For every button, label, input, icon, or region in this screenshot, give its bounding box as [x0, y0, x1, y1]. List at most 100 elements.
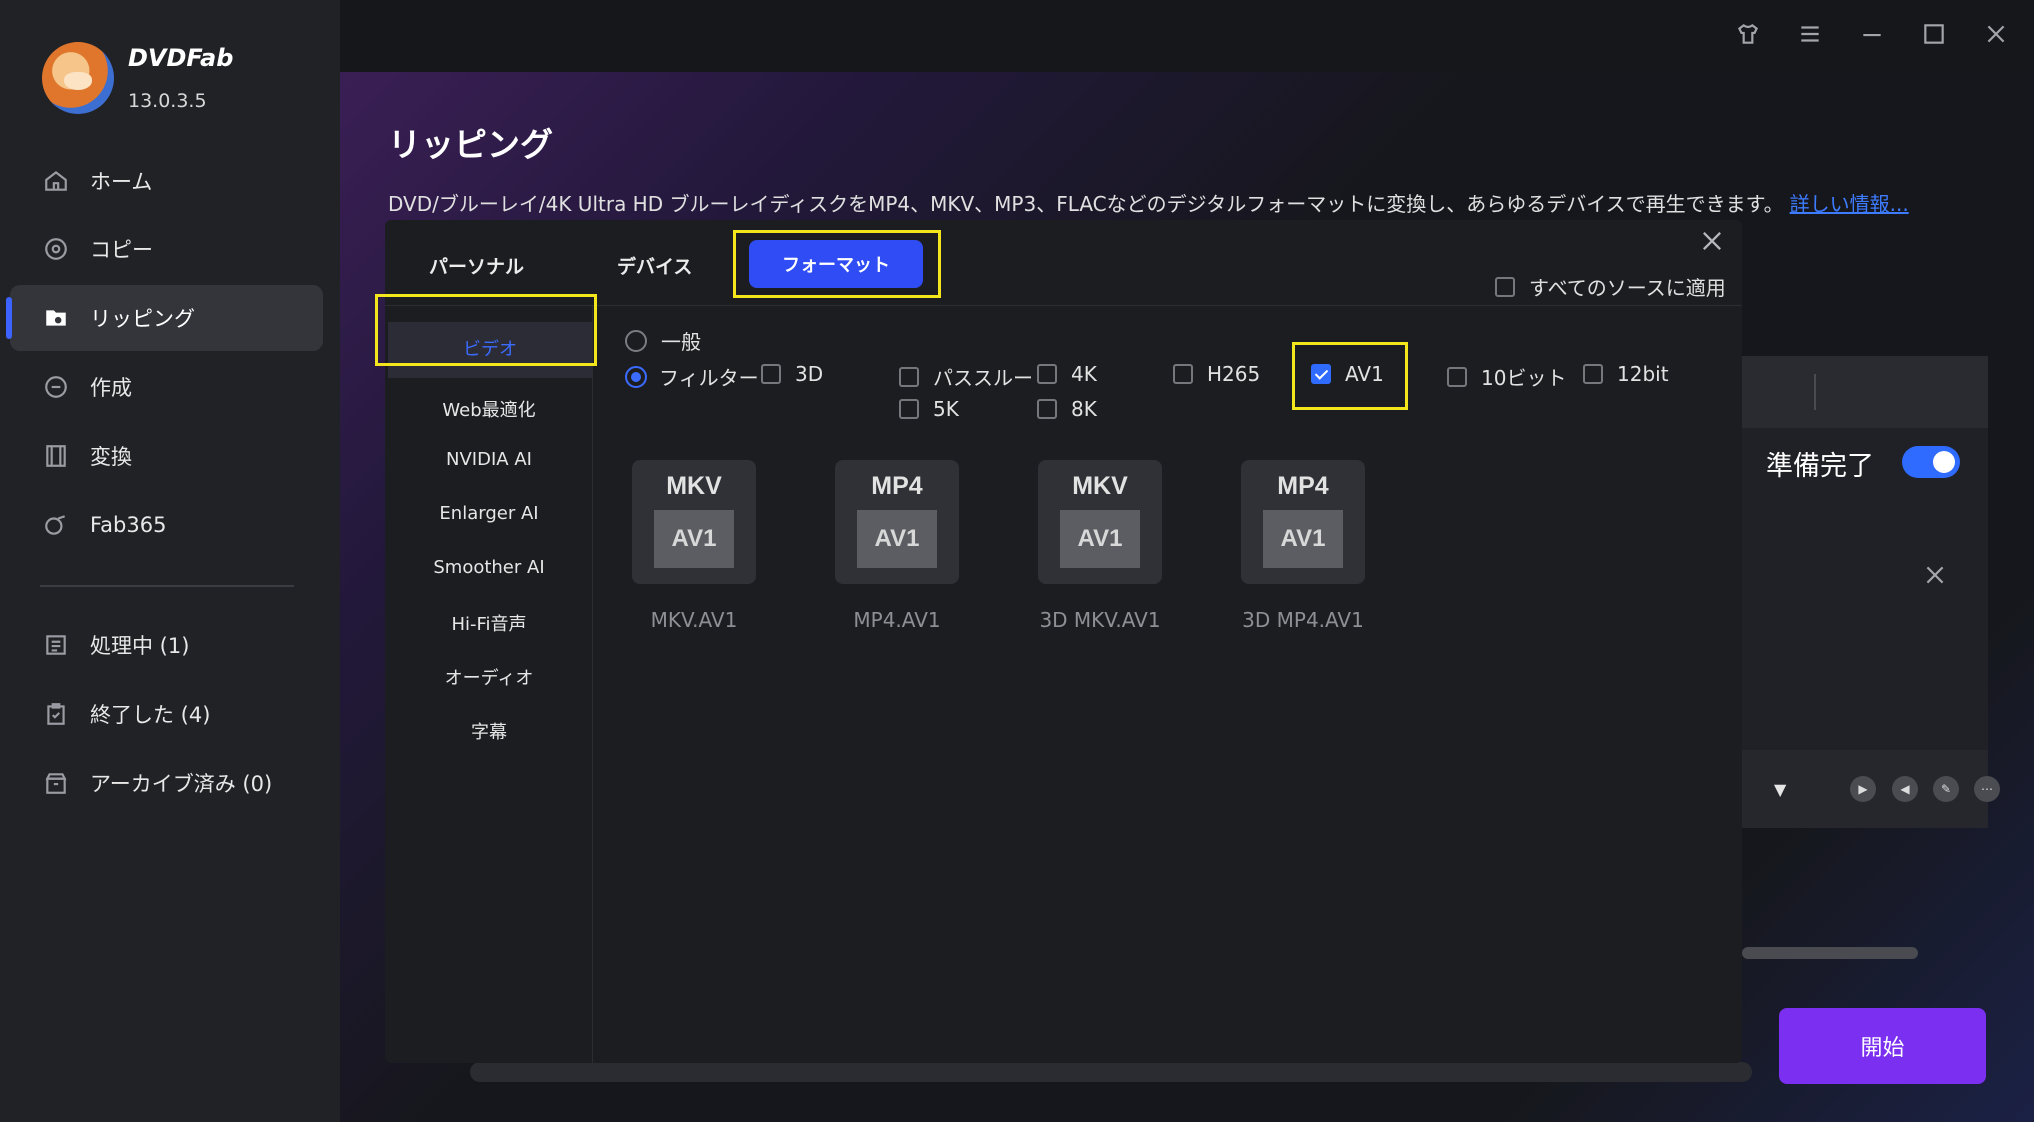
- filter-4k-checkbox[interactable]: 4K: [1037, 362, 1097, 386]
- format-card-3d-mp4-av1[interactable]: MP4 AV1: [1241, 460, 1365, 584]
- chevron-down-icon[interactable]: ▼: [1774, 780, 1786, 799]
- checkbox[interactable]: [1583, 364, 1603, 384]
- highlight-box: [1292, 342, 1408, 410]
- tab-device[interactable]: デバイス: [617, 252, 692, 279]
- creator-icon: [42, 373, 70, 401]
- card-codec-label: AV1: [857, 510, 937, 568]
- filter-3d-checkbox[interactable]: 3D: [761, 362, 823, 386]
- maximize-icon[interactable]: [1916, 16, 1952, 52]
- sidebar-item-label: 処理中 (1): [90, 634, 190, 658]
- output-path-bar[interactable]: [470, 1062, 1752, 1082]
- radio[interactable]: [625, 329, 647, 352]
- card-codec-label: AV1: [1263, 510, 1343, 568]
- sidebar-item-converter[interactable]: 変換: [10, 423, 323, 489]
- sidebar-item-label: 作成: [90, 376, 132, 400]
- mode-general-radio[interactable]: 一般: [625, 326, 701, 355]
- sidebar-item-archived[interactable]: アーカイブ済み (0): [10, 750, 323, 816]
- apply-all-checkbox[interactable]: すべてのソースに適用: [1495, 272, 1726, 301]
- sidebar-item-label: 終了した (4): [90, 703, 211, 727]
- checkbox[interactable]: [1495, 276, 1515, 297]
- more-info-link[interactable]: 詳しい情報...: [1790, 192, 1909, 216]
- sidebar-item-label: アーカイブ済み (0): [90, 772, 273, 796]
- checkbox[interactable]: [1173, 364, 1193, 384]
- checkbox[interactable]: [899, 399, 919, 419]
- highlight-box: [733, 230, 941, 298]
- ripper-icon: [42, 304, 70, 332]
- more-icon[interactable]: ⋯: [1974, 776, 2000, 802]
- card-codec-label: AV1: [654, 510, 734, 568]
- mode-general-label: 一般: [661, 330, 701, 354]
- dialog-close-icon[interactable]: [1695, 224, 1729, 258]
- filter-h265-checkbox[interactable]: H265: [1173, 362, 1260, 386]
- sidebar-item-processing[interactable]: 処理中 (1): [10, 612, 323, 678]
- shirt-icon[interactable]: [1730, 16, 1766, 52]
- copy-icon: [42, 235, 70, 263]
- minimize-icon[interactable]: [1854, 16, 1890, 52]
- task-close-icon[interactable]: [1920, 560, 1950, 590]
- filter-label: 5K: [933, 397, 959, 421]
- page-title: リッピング: [388, 125, 553, 164]
- category-web-optimized[interactable]: Web最適化: [385, 396, 593, 422]
- sidebar-item-label: Fab365: [90, 513, 167, 537]
- filter-label: 10ビット: [1481, 366, 1567, 390]
- filter-5k-checkbox[interactable]: 5K: [899, 397, 959, 421]
- checkbox[interactable]: [761, 364, 781, 384]
- filter-label: パススルー: [933, 366, 1033, 390]
- checkbox[interactable]: [899, 366, 919, 387]
- category-enlarger-ai[interactable]: Enlarger AI: [385, 503, 593, 524]
- mode-filter-radio[interactable]: フィルター: [625, 362, 759, 391]
- sidebar-item-finished[interactable]: 終了した (4): [10, 681, 323, 747]
- filter-label: 12bit: [1617, 362, 1669, 386]
- sidebar-item-creator[interactable]: 作成: [10, 354, 323, 420]
- category-subtitle[interactable]: 字幕: [385, 718, 593, 744]
- sidebar-item-copy[interactable]: コピー: [10, 216, 323, 282]
- archive-icon: [42, 769, 70, 797]
- card-container-label: MP4: [1277, 472, 1329, 500]
- tab-personal[interactable]: パーソナル: [429, 252, 524, 279]
- category-smoother-ai[interactable]: Smoother AI: [385, 557, 593, 578]
- sidebar-item-home[interactable]: ホーム: [10, 148, 323, 214]
- app-version: 13.0.3.5: [128, 90, 207, 112]
- card-codec-label: AV1: [1060, 510, 1140, 568]
- filter-label: 8K: [1071, 397, 1097, 421]
- category-audio[interactable]: オーディオ: [385, 664, 593, 690]
- card-container-label: MKV: [1072, 472, 1128, 500]
- sidebar-item-fab365[interactable]: Fab365: [10, 492, 323, 558]
- checkbox[interactable]: [1037, 364, 1057, 384]
- format-card-label: 3D MKV.AV1: [1039, 608, 1161, 632]
- sidebar: DVDFab 13.0.3.5 ホーム コピー リッピング 作成 変換 Fab3…: [0, 0, 340, 1122]
- play-icon[interactable]: ▶: [1850, 776, 1876, 802]
- home-icon: [42, 167, 70, 195]
- edit-icon[interactable]: ✎: [1933, 776, 1959, 802]
- filter-8k-checkbox[interactable]: 8K: [1037, 397, 1097, 421]
- task-panel-header: [1742, 356, 1988, 428]
- card-container-label: MKV: [666, 472, 722, 500]
- dvdfab-logo: [42, 42, 114, 114]
- sidebar-item-label: 変換: [90, 445, 132, 469]
- close-icon[interactable]: [1978, 16, 2014, 52]
- checkbox[interactable]: [1037, 399, 1057, 419]
- category-nvidia-ai[interactable]: NVIDIA AI: [385, 449, 593, 470]
- filter-10bit-checkbox[interactable]: 10ビット: [1447, 362, 1566, 391]
- filter-12bit-checkbox[interactable]: 12bit: [1583, 362, 1669, 386]
- app-name: DVDFab: [128, 44, 234, 72]
- format-dialog: パーソナル デバイス フォーマット すべてのソースに適用 ビデオ Web最適化 …: [375, 220, 1742, 1063]
- filter-passthrough-checkbox[interactable]: パススルー: [899, 362, 1033, 391]
- category-list: ビデオ Web最適化 NVIDIA AI Enlarger AI Smoothe…: [385, 306, 593, 1063]
- start-button[interactable]: 開始: [1779, 1008, 1986, 1084]
- format-card-3d-mkv-av1[interactable]: MKV AV1: [1038, 460, 1162, 584]
- audio-icon[interactable]: ◀: [1892, 776, 1918, 802]
- ready-toggle[interactable]: [1902, 446, 1960, 478]
- format-card-mp4-av1[interactable]: MP4 AV1: [835, 460, 959, 584]
- clipboard-check-icon: [42, 700, 70, 728]
- checkbox[interactable]: [1447, 366, 1467, 387]
- sidebar-divider: [40, 585, 294, 587]
- radio[interactable]: [625, 365, 647, 388]
- category-hifi-audio[interactable]: Hi-Fi音声: [385, 610, 593, 636]
- filter-label: 4K: [1071, 362, 1097, 386]
- sidebar-item-ripper[interactable]: リッピング: [6, 285, 323, 351]
- filter-label: H265: [1207, 362, 1261, 386]
- menu-icon[interactable]: [1792, 16, 1828, 52]
- format-card-mkv-av1[interactable]: MKV AV1: [632, 460, 756, 584]
- list-icon: [42, 631, 70, 659]
